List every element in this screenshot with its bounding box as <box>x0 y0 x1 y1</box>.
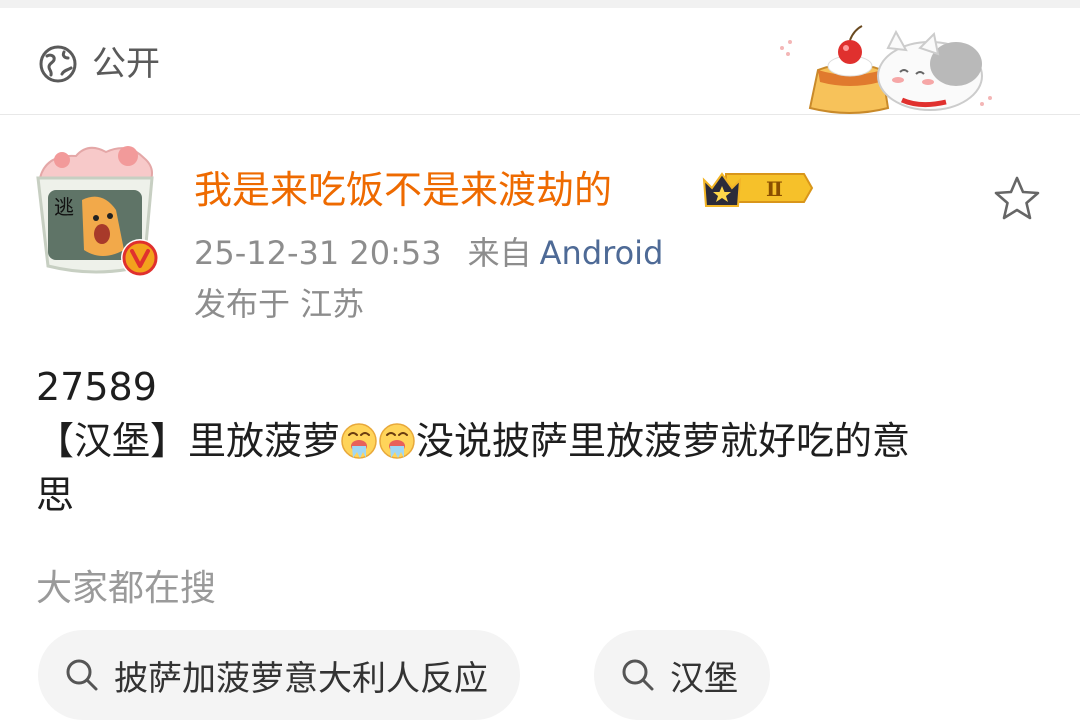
header-bar: 公开 <box>0 8 1080 115</box>
timestamp: 25-12-31 20:53 <box>194 234 442 272</box>
star-icon[interactable] <box>992 174 1042 222</box>
visibility-indicator[interactable]: 公开 <box>38 44 160 84</box>
search-chip-pizza-pineapple[interactable]: 披萨加菠萝意大利人反应 <box>38 630 520 720</box>
post-meta: 25-12-31 20:53 来自 Android <box>194 232 663 274</box>
post-body-line-1: 27589 <box>36 365 157 409</box>
member-crown-badge: Ⅱ <box>702 172 814 207</box>
drooling-emoji-icon <box>341 423 377 459</box>
svg-text:逃: 逃 <box>54 195 74 219</box>
source-app-link[interactable]: Android <box>540 234 664 272</box>
avatar[interactable]: 逃 <box>32 138 162 278</box>
username[interactable]: 我是来吃饭不是来渡劫的 <box>194 166 612 214</box>
badge-level-text: Ⅱ <box>766 177 783 201</box>
search-icon <box>622 659 654 691</box>
source-prefix: 来自 <box>467 234 532 272</box>
drooling-emoji-icon <box>379 423 415 459</box>
post-body: 27589 【汉堡】里放菠萝 没说披萨里放菠萝就好吃的意 思 <box>36 360 1046 522</box>
top-strip <box>0 0 1080 8</box>
post-body-text-a: 【汉堡】里放菠萝 <box>36 419 341 463</box>
post-body-text-b: 没说披萨里放菠萝就好吃的意 <box>416 419 911 463</box>
search-chip-hamburger[interactable]: 汉堡 <box>594 630 770 720</box>
search-chip-label: 披萨加菠萝意大利人反应 <box>114 658 488 699</box>
visibility-label: 公开 <box>92 44 160 84</box>
search-chip-label: 汉堡 <box>670 658 738 699</box>
pudding-cat-decoration <box>780 25 992 114</box>
trending-search-title: 大家都在搜 <box>36 568 217 609</box>
post-location: 发布于 江苏 <box>194 285 365 323</box>
globe-icon <box>39 45 77 83</box>
search-icon <box>66 659 98 691</box>
post-body-line-3: 思 <box>36 473 75 517</box>
post-body-line-2: 【汉堡】里放菠萝 没说披萨里放菠萝就好吃的意 <box>36 414 1046 468</box>
